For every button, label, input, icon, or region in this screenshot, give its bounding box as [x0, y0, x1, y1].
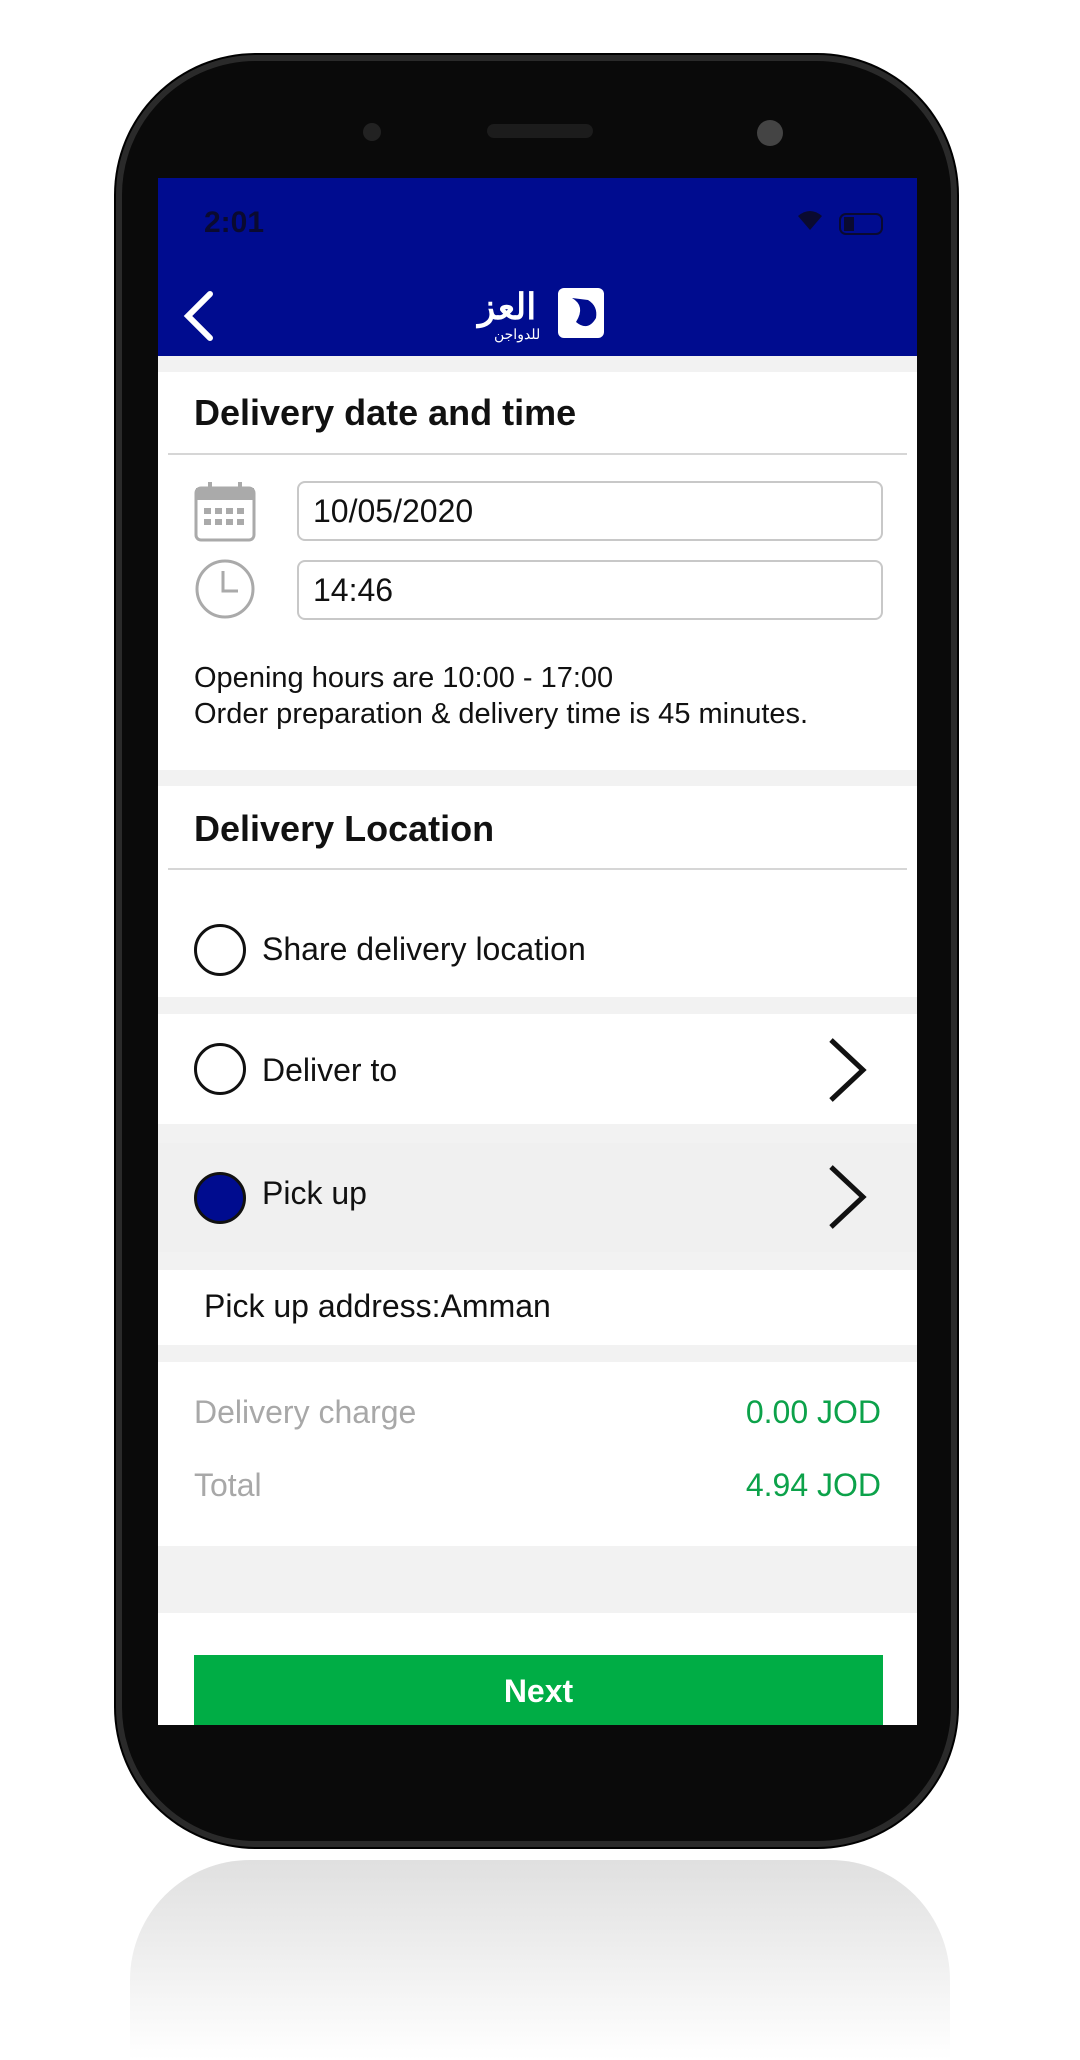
chevron-right-icon[interactable] — [825, 1036, 869, 1104]
chevron-right-icon[interactable] — [825, 1163, 869, 1231]
option-share-location[interactable]: Share delivery location — [158, 902, 917, 997]
front-camera — [363, 123, 381, 141]
section-title: Delivery date and time — [194, 392, 577, 433]
phone-reflection — [130, 1860, 950, 2060]
calendar-icon[interactable] — [194, 480, 256, 542]
option-pick-up[interactable]: Pick up — [158, 1143, 917, 1252]
header-bar: 2:01 العز للدواجن — [158, 178, 917, 356]
divider — [168, 453, 907, 455]
delivery-charge-label: Delivery charge — [194, 1394, 417, 1430]
wifi-battery-icon — [798, 211, 883, 235]
date-time-card: Delivery date and time 10/05/2020 14:46 … — [158, 372, 917, 770]
time-input[interactable]: 14:46 — [297, 560, 883, 620]
pickup-address: Pick up address:Amman — [204, 1288, 551, 1324]
divider — [168, 868, 907, 870]
option-label: Pick up — [262, 1175, 367, 1211]
location-card: Delivery Location Share delivery locatio… — [158, 786, 917, 997]
option-deliver-to[interactable]: Deliver to — [158, 1014, 917, 1124]
earpiece — [487, 124, 593, 138]
total-value: 4.94 JOD — [745, 1467, 881, 1503]
clock-icon[interactable] — [194, 558, 256, 620]
radio-button[interactable] — [194, 924, 246, 976]
chicken-logo-icon — [558, 288, 604, 338]
pickup-address-row: Pick up address:Amman — [158, 1270, 917, 1345]
sensor — [757, 120, 783, 146]
opening-hours-text: Opening hours are 10:00 - 17:00 — [194, 662, 614, 694]
section-title: Delivery Location — [194, 808, 495, 849]
radio-button-selected[interactable] — [194, 1172, 246, 1224]
radio-button[interactable] — [194, 1043, 246, 1095]
delivery-charge-value: 0.00 JOD — [745, 1394, 881, 1430]
prep-time-text: Order preparation & delivery time is 45 … — [194, 698, 809, 730]
option-label: Deliver to — [262, 1052, 398, 1088]
app-screen: 2:01 العز للدواجن Delivery date and time… — [158, 178, 917, 1725]
status-time: 2:01 — [204, 206, 265, 239]
back-chevron-icon[interactable] — [180, 288, 220, 344]
date-input[interactable]: 10/05/2020 — [297, 481, 883, 541]
next-button[interactable]: Next — [194, 1655, 883, 1725]
total-label: Total — [194, 1467, 262, 1503]
option-label: Share delivery location — [262, 931, 586, 967]
summary-card: Delivery charge 0.00 JOD Total 4.94 JOD — [158, 1362, 917, 1546]
